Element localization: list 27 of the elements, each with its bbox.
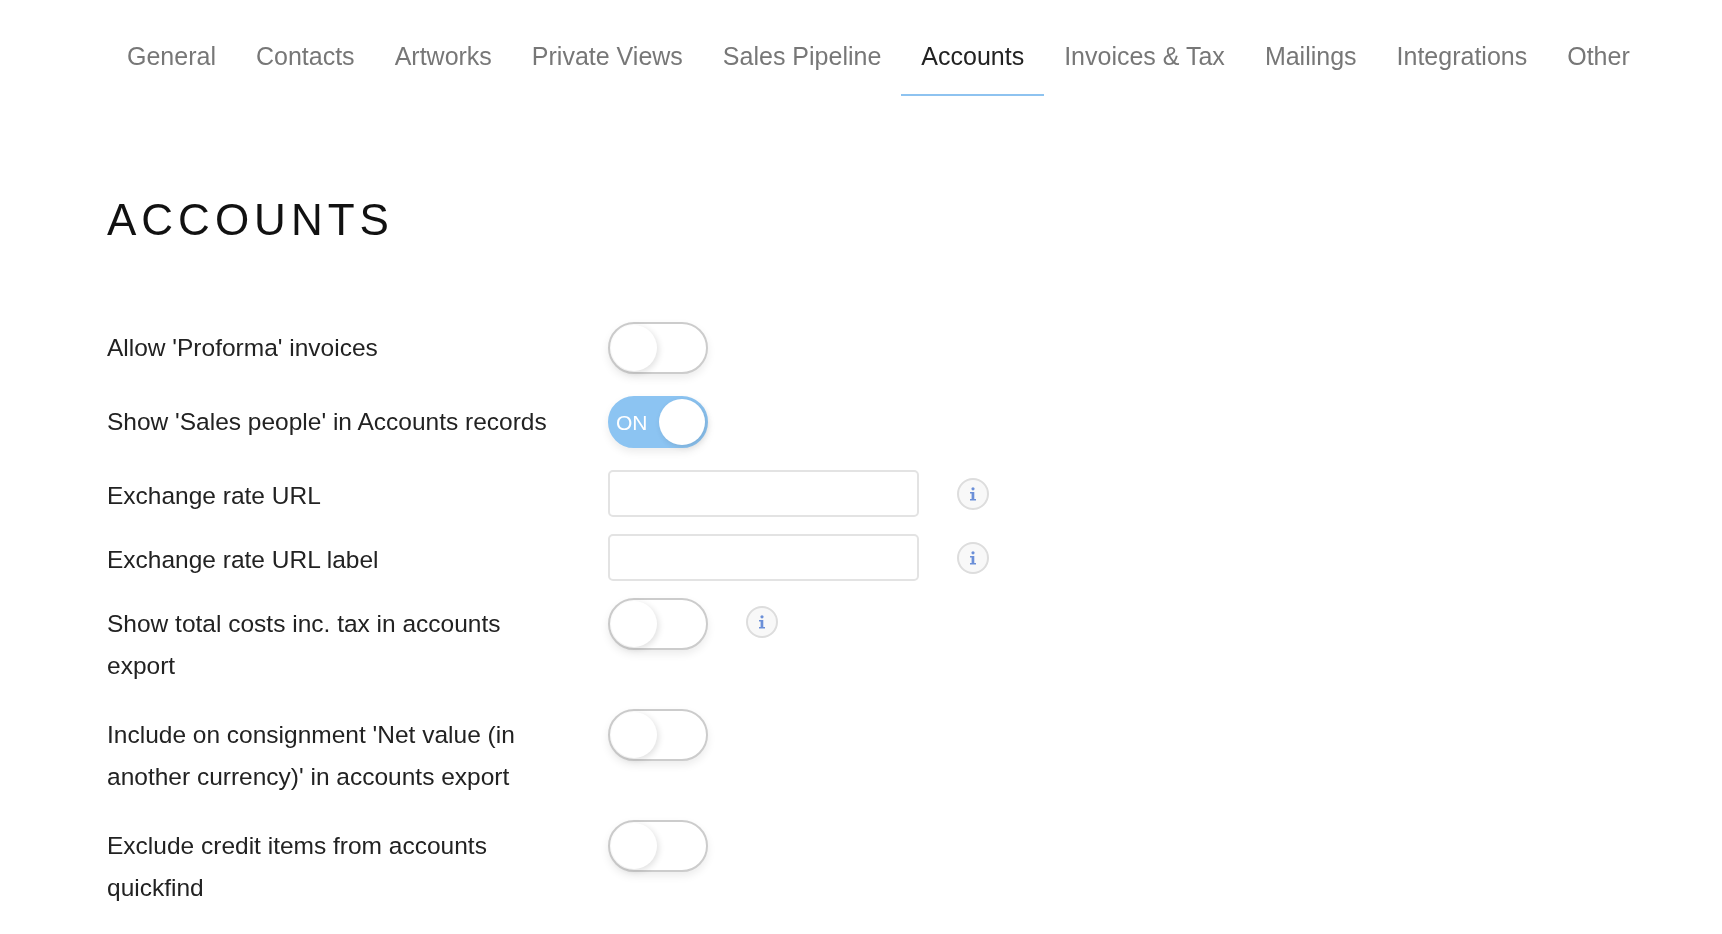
text-field[interactable] [608, 534, 919, 582]
info-icon[interactable] [746, 606, 778, 639]
setting-label: Exchange rate URL [107, 481, 322, 512]
tab[interactable]: Integrations [1376, 22, 1548, 96]
setting-label: Exclude credit items from accounts quickfind [107, 831, 488, 904]
setting-label: Show total costs inc. tax in accounts export [107, 609, 502, 682]
toggle-switch[interactable] [608, 709, 708, 762]
tab[interactable]: Private Views [511, 22, 703, 96]
toggle-switch[interactable] [608, 820, 708, 873]
tab[interactable]: Mailings [1244, 22, 1377, 96]
tab[interactable]: Sales Pipeline [702, 22, 902, 96]
toggle-switch[interactable] [608, 598, 708, 651]
info-icon[interactable] [957, 478, 989, 511]
tab[interactable]: General [107, 22, 236, 96]
page-heading: ACCOUNTS [107, 193, 395, 246]
tab[interactable]: Other [1547, 22, 1650, 96]
setting-label: Exchange rate URL label [107, 545, 380, 576]
setting-label: Allow 'Proforma' invoices [107, 333, 379, 364]
setting-label: Include on consignment 'Net value (in another currency)' in accounts export [107, 720, 516, 793]
toggle-switch[interactable] [608, 322, 708, 375]
info-icon[interactable] [957, 542, 989, 575]
tab[interactable]: Contacts [235, 22, 375, 96]
tab[interactable]: Invoices & Tax [1044, 22, 1245, 96]
setting-label: Show 'Sales people' in Accounts records [107, 407, 548, 438]
tab[interactable]: Accounts [901, 22, 1045, 96]
text-field[interactable] [608, 470, 919, 518]
tab[interactable]: Artworks [374, 22, 512, 96]
